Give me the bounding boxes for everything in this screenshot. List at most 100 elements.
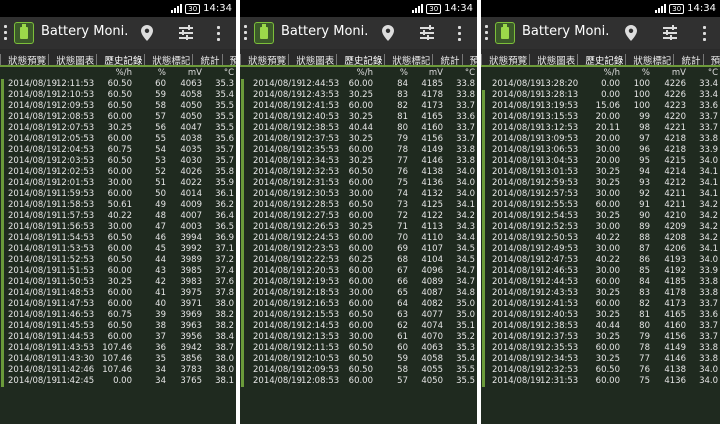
history-row[interactable]: 2014/08/19 12:20:53 60.00 67 4096 34.7 bbox=[240, 266, 477, 277]
location-pin-icon[interactable] bbox=[141, 25, 153, 41]
history-row[interactable]: 2014/08/19 12:32:53 60.50 76 4138 34.0 bbox=[481, 365, 720, 376]
history-row[interactable]: 2014/08/19 13:28:20 0.00 100 4226 33.4 bbox=[481, 79, 720, 90]
drawer-menu-icon[interactable] bbox=[485, 25, 489, 41]
overflow-menu-icon[interactable] bbox=[458, 26, 461, 41]
history-row[interactable]: 2014/08/19 12:59:53 30.25 93 4212 34.1 bbox=[481, 178, 720, 189]
history-row[interactable]: 2014/08/19 11:57:53 40.22 48 4007 36.4 bbox=[0, 211, 236, 222]
tab-estimated-use[interactable]: 預計使用 bbox=[469, 54, 477, 65]
history-row[interactable]: 2014/08/19 13:01:53 30.25 94 4214 34.1 bbox=[481, 167, 720, 178]
history-row[interactable]: 2014/08/19 12:28:53 60.50 73 4125 34.1 bbox=[240, 200, 477, 211]
history-row[interactable]: 2014/08/19 11:42:45 0.00 34 3765 38.1 bbox=[0, 376, 236, 387]
history-row[interactable]: 2014/08/19 12:13:53 30.00 61 4070 35.2 bbox=[240, 332, 477, 343]
tab-history[interactable]: 歷史記錄 bbox=[103, 54, 143, 65]
history-row[interactable]: 2014/08/19 12:41:53 60.00 82 4173 33.7 bbox=[240, 101, 477, 112]
history-row[interactable]: 2014/08/19 12:10:53 60.50 59 4058 35.4 bbox=[240, 354, 477, 365]
overflow-menu-icon[interactable] bbox=[703, 26, 706, 41]
history-row[interactable]: 2014/08/19 12:35:53 60.00 78 4149 33.8 bbox=[481, 343, 720, 354]
history-row[interactable]: 2014/08/19 12:35:53 60.00 78 4149 33.8 bbox=[240, 145, 477, 156]
history-row[interactable]: 2014/08/19 12:47:53 40.22 86 4193 34.0 bbox=[481, 255, 720, 266]
history-row[interactable]: 2014/08/19 12:43:53 30.25 83 4178 33.8 bbox=[240, 90, 477, 101]
tab-status-markers[interactable]: 狀態標記 bbox=[151, 54, 191, 65]
history-row[interactable]: 2014/08/19 12:32:53 60.50 76 4138 34.0 bbox=[240, 167, 477, 178]
history-row[interactable]: 2014/08/19 12:04:53 60.75 54 4035 35.7 bbox=[0, 145, 236, 156]
history-row[interactable]: 2014/08/19 11:47:53 60.00 40 3971 38.0 bbox=[0, 299, 236, 310]
history-row[interactable]: 2014/08/19 11:46:53 60.75 39 3969 38.2 bbox=[0, 310, 236, 321]
history-row[interactable]: 2014/08/19 12:44:53 60.00 84 4185 33.8 bbox=[481, 277, 720, 288]
history-row[interactable]: 2014/08/19 12:54:53 30.25 90 4210 34.2 bbox=[481, 211, 720, 222]
history-row[interactable]: 2014/08/19 11:44:53 60.00 37 3956 38.4 bbox=[0, 332, 236, 343]
history-row[interactable]: 2014/08/19 12:16:53 60.00 64 4082 35.0 bbox=[240, 299, 477, 310]
history-row[interactable]: 2014/08/19 12:22:53 60.25 68 4104 34.5 bbox=[240, 255, 477, 266]
history-row[interactable]: 2014/08/19 11:43:30 107.46 35 3856 38.0 bbox=[0, 354, 236, 365]
history-row[interactable]: 2014/08/19 11:52:53 60.50 44 3989 37.2 bbox=[0, 255, 236, 266]
history-row[interactable]: 2014/08/19 12:38:53 40.44 80 4160 33.7 bbox=[481, 321, 720, 332]
settings-sliders-icon[interactable] bbox=[420, 25, 434, 40]
history-row[interactable]: 2014/08/19 12:44:53 60.00 84 4185 33.8 bbox=[240, 79, 477, 90]
history-row[interactable]: 2014/08/19 12:24:53 60.00 70 4110 34.4 bbox=[240, 233, 477, 244]
history-row[interactable]: 2014/08/19 12:14:53 60.00 62 4074 35.1 bbox=[240, 321, 477, 332]
history-row[interactable]: 2014/08/19 11:45:53 60.50 38 3963 38.2 bbox=[0, 321, 236, 332]
tab-history[interactable]: 歷史記錄 bbox=[343, 54, 383, 65]
history-row[interactable]: 2014/08/19 12:19:53 60.00 66 4089 34.7 bbox=[240, 277, 477, 288]
history-list[interactable]: 2014/08/19 13:28:20 0.00 100 4226 33.4 2014/08… bbox=[481, 79, 720, 387]
settings-sliders-icon[interactable] bbox=[179, 25, 193, 40]
tab-estimated-use[interactable]: 預計使用 bbox=[710, 54, 720, 65]
history-row[interactable]: 2014/08/19 12:02:53 60.00 52 4026 35.8 bbox=[0, 167, 236, 178]
history-row[interactable]: 2014/08/19 11:48:53 60.00 41 3975 37.8 bbox=[0, 288, 236, 299]
tab-status-markers[interactable]: 狀態標記 bbox=[391, 54, 431, 65]
history-row[interactable]: 2014/08/19 12:30:53 30.00 74 4132 34.0 bbox=[240, 189, 477, 200]
history-list[interactable]: 2014/08/19 12:11:53 60.50 60 4063 35.3 2014/08… bbox=[0, 79, 236, 387]
tab-estimated-use[interactable]: 預計使用 bbox=[229, 54, 236, 65]
history-row[interactable]: 2014/08/19 11:51:53 60.00 43 3985 37.4 bbox=[0, 266, 236, 277]
history-row[interactable]: 2014/08/19 12:08:53 60.00 57 4050 35.5 bbox=[0, 112, 236, 123]
history-row[interactable]: 2014/08/19 13:15:53 20.00 99 4220 33.7 bbox=[481, 112, 720, 123]
tab-status-markers[interactable]: 狀態標記 bbox=[632, 54, 672, 65]
history-row[interactable]: 2014/08/19 12:15:53 60.50 63 4077 35.0 bbox=[240, 310, 477, 321]
history-list[interactable]: 2014/08/19 12:44:53 60.00 84 4185 33.8 2014/08… bbox=[240, 79, 477, 387]
history-row[interactable]: 2014/08/19 11:56:53 30.00 47 4003 36.5 bbox=[0, 222, 236, 233]
history-row[interactable]: 2014/08/19 12:57:53 30.00 92 4211 34.1 bbox=[481, 189, 720, 200]
history-row[interactable]: 2014/08/19 12:43:53 30.25 83 4178 33.8 bbox=[481, 288, 720, 299]
tab-status-preview[interactable]: 狀態預覽 bbox=[488, 54, 528, 65]
history-row[interactable]: 2014/08/19 12:52:53 30.00 89 4209 34.2 bbox=[481, 222, 720, 233]
history-row[interactable]: 2014/08/19 12:23:53 60.00 69 4107 34.5 bbox=[240, 244, 477, 255]
tab-statistics[interactable]: 統計 bbox=[681, 54, 702, 65]
location-pin-icon[interactable] bbox=[382, 25, 394, 41]
history-row[interactable]: 2014/08/19 12:07:53 30.25 56 4047 35.5 bbox=[0, 123, 236, 134]
history-row[interactable]: 2014/08/19 12:18:53 30.00 65 4087 34.8 bbox=[240, 288, 477, 299]
drawer-menu-icon[interactable] bbox=[244, 25, 248, 41]
history-row[interactable]: 2014/08/19 13:19:53 15.06 100 4223 33.6 bbox=[481, 101, 720, 112]
history-row[interactable]: 2014/08/19 12:40:53 30.25 81 4165 33.6 bbox=[240, 112, 477, 123]
history-row[interactable]: 2014/08/19 12:11:53 60.50 60 4063 35.3 bbox=[0, 79, 236, 90]
history-row[interactable]: 2014/08/19 11:42:46 107.46 34 3783 38.0 bbox=[0, 365, 236, 376]
history-row[interactable]: 2014/08/19 12:40:53 30.25 81 4165 33.6 bbox=[481, 310, 720, 321]
history-row[interactable]: 2014/08/19 12:08:53 60.00 57 4050 35.5 bbox=[240, 376, 477, 387]
history-row[interactable]: 2014/08/19 11:43:53 107.46 36 3942 38.7 bbox=[0, 343, 236, 354]
history-row[interactable]: 2014/08/19 11:59:53 60.00 50 4014 36.1 bbox=[0, 189, 236, 200]
history-row[interactable]: 2014/08/19 12:05:53 60.00 55 4038 35.6 bbox=[0, 134, 236, 145]
tab-status-chart[interactable]: 狀態圖表 bbox=[295, 54, 335, 65]
history-row[interactable]: 2014/08/19 12:37:53 30.25 79 4156 33.7 bbox=[481, 332, 720, 343]
settings-sliders-icon[interactable] bbox=[663, 25, 677, 40]
history-row[interactable]: 2014/08/19 12:31:53 60.00 75 4136 34.0 bbox=[240, 178, 477, 189]
history-row[interactable]: 2014/08/19 12:31:53 60.00 75 4136 34.0 bbox=[481, 376, 720, 387]
tab-status-chart[interactable]: 狀態圖表 bbox=[55, 54, 95, 65]
history-row[interactable]: 2014/08/19 12:01:53 30.00 51 4022 35.9 bbox=[0, 178, 236, 189]
history-row[interactable]: 2014/08/19 12:11:53 60.50 60 4063 35.3 bbox=[240, 343, 477, 354]
history-row[interactable]: 2014/08/19 12:34:53 30.25 77 4146 33.8 bbox=[481, 354, 720, 365]
history-row[interactable]: 2014/08/19 12:26:53 30.25 71 4113 34.3 bbox=[240, 222, 477, 233]
history-row[interactable]: 2014/08/19 12:55:53 60.00 91 4211 34.2 bbox=[481, 200, 720, 211]
history-row[interactable]: 2014/08/19 13:12:53 20.11 98 4221 33.7 bbox=[481, 123, 720, 134]
history-row[interactable]: 2014/08/19 11:50:53 30.25 42 3983 37.6 bbox=[0, 277, 236, 288]
history-row[interactable]: 2014/08/19 12:49:53 30.00 87 4206 34.1 bbox=[481, 244, 720, 255]
drawer-menu-icon[interactable] bbox=[4, 25, 8, 41]
tab-history[interactable]: 歷史記錄 bbox=[584, 54, 624, 65]
tab-status-preview[interactable]: 狀態預覽 bbox=[7, 54, 47, 65]
history-row[interactable]: 2014/08/19 13:06:53 30.00 96 4218 33.9 bbox=[481, 145, 720, 156]
overflow-menu-icon[interactable] bbox=[217, 26, 220, 41]
history-row[interactable]: 2014/08/19 12:34:53 30.25 77 4146 33.8 bbox=[240, 156, 477, 167]
history-row[interactable]: 2014/08/19 12:10:53 60.50 59 4058 35.4 bbox=[0, 90, 236, 101]
history-row[interactable]: 2014/08/19 13:28:13 0.00 100 4226 33.4 bbox=[481, 90, 720, 101]
location-pin-icon[interactable] bbox=[625, 25, 637, 41]
history-row[interactable]: 2014/08/19 11:54:53 60.50 46 3994 36.9 bbox=[0, 233, 236, 244]
